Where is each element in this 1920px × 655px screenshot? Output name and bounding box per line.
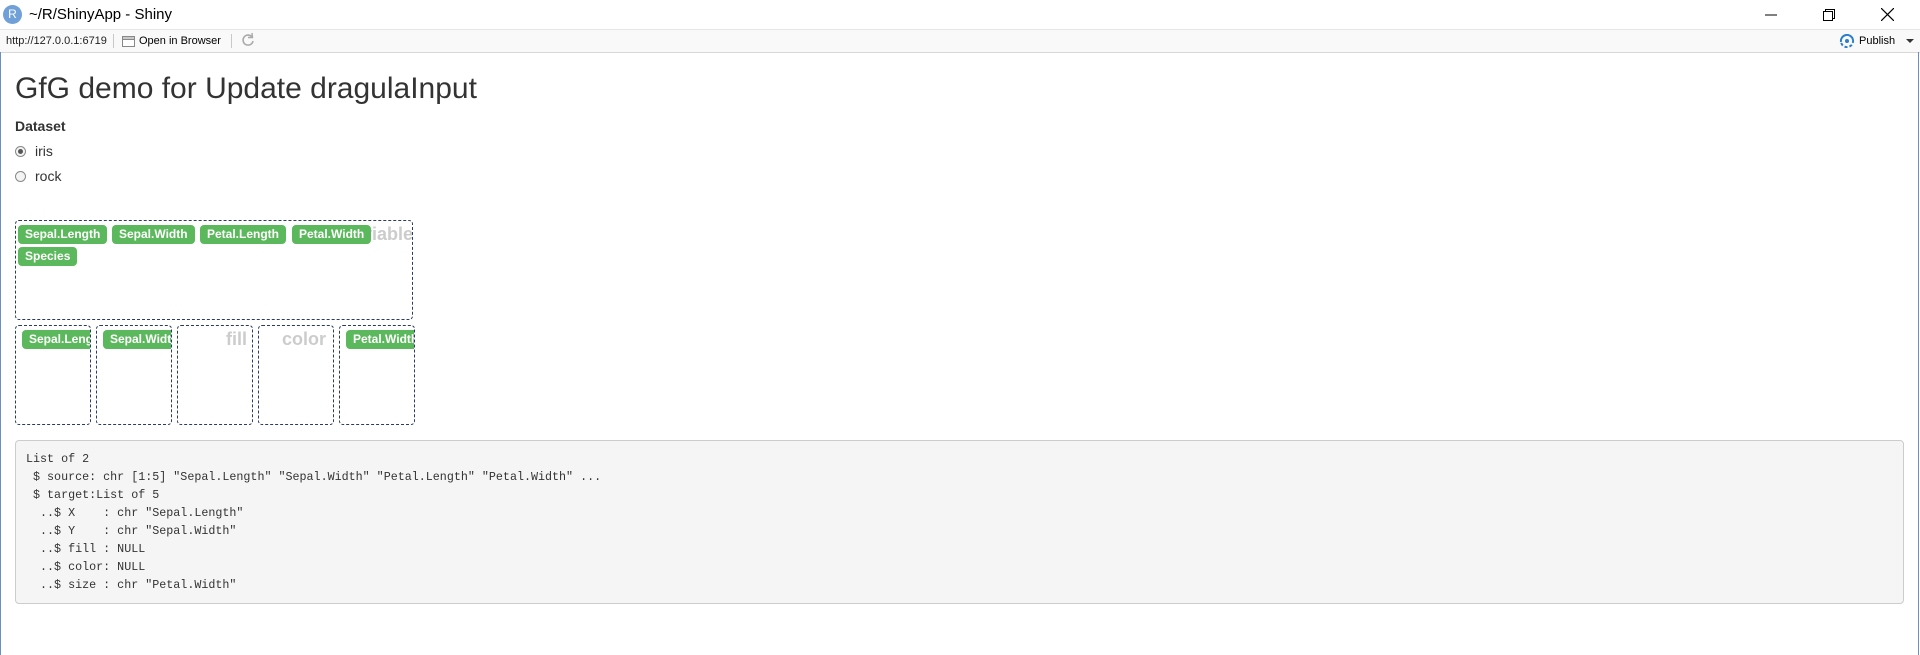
target-box-label: color xyxy=(282,329,327,349)
publish-label: Publish xyxy=(1859,35,1896,47)
draggable-variable-chip[interactable]: Petal.Length xyxy=(200,225,287,244)
refresh-button[interactable] xyxy=(240,32,256,48)
dragula-target-fill[interactable]: fill xyxy=(177,325,253,425)
toolbar-separator xyxy=(231,34,232,48)
radio-label: iris xyxy=(35,143,53,159)
output-line: $ source: chr [1:5] "Sepal.Length" "Sepa… xyxy=(26,470,602,484)
dragula-target-size[interactable]: size Petal.Width xyxy=(339,325,415,425)
target-box-label: fill xyxy=(226,329,247,349)
url-label: http://127.0.0.1:6719 xyxy=(6,35,107,47)
page-title: GfG demo for Update dragulaInput xyxy=(15,72,477,105)
draggable-variable-chip[interactable]: Species xyxy=(18,247,78,266)
rstudio-icon: R xyxy=(3,5,22,24)
output-line: ..$ X : chr "Sepal.Length" xyxy=(26,506,244,520)
publish-icon xyxy=(1839,34,1855,48)
draggable-variable-chip[interactable]: Petal.Width xyxy=(346,330,414,349)
output-line: ..$ color: NULL xyxy=(26,560,146,574)
dragula-target-y[interactable]: Y Sepal.Width xyxy=(96,325,172,425)
restore-icon xyxy=(1823,8,1835,21)
refresh-icon xyxy=(242,32,254,46)
dragula-target-color[interactable]: color xyxy=(258,325,334,425)
publish-button[interactable]: Publish xyxy=(1839,33,1915,49)
minimize-button[interactable] xyxy=(1742,0,1800,29)
close-button[interactable] xyxy=(1858,0,1916,29)
radio-option-rock[interactable]: rock xyxy=(15,168,61,184)
str-output-panel: List of 2 $ source: chr [1:5] "Sepal.Len… xyxy=(15,440,1904,604)
draggable-variable-chip[interactable]: Sepal.Length xyxy=(18,225,108,244)
dragula-target-x[interactable]: X Sepal.Length xyxy=(15,325,91,425)
open-in-browser-label: Open in Browser xyxy=(139,35,221,47)
toolbar-separator xyxy=(113,34,114,48)
draggable-variable-chip[interactable]: Sepal.Length xyxy=(22,330,90,349)
draggable-variable-chip[interactable]: Petal.Width xyxy=(292,225,372,244)
output-line: ..$ fill : NULL xyxy=(26,542,146,556)
viewer-toolbar: http://127.0.0.1:6719 Open in Browser Pu… xyxy=(0,29,1920,53)
minimize-icon xyxy=(1765,14,1777,15)
output-line: List of 2 xyxy=(26,452,90,466)
close-icon xyxy=(1880,8,1894,21)
chevron-down-icon[interactable] xyxy=(1905,37,1915,45)
output-line: ..$ size : chr "Petal.Width" xyxy=(26,578,237,592)
draggable-variable-chip[interactable]: Sepal.Width xyxy=(112,225,195,244)
dragula-source-box[interactable]: Variables Sepal.Length Sepal.Width Petal… xyxy=(15,220,413,320)
radio-unselected-icon[interactable] xyxy=(15,170,26,182)
window-titlebar: R ~/R/ShinyApp - Shiny xyxy=(0,0,1920,29)
radio-selected-icon[interactable] xyxy=(15,145,26,157)
open-in-browser-button[interactable]: Open in Browser xyxy=(122,33,221,49)
draggable-variable-chip[interactable]: Sepal.Width xyxy=(103,330,171,349)
restore-button[interactable] xyxy=(1800,0,1858,29)
window-title: ~/R/ShinyApp - Shiny xyxy=(29,6,172,23)
output-line: ..$ Y : chr "Sepal.Width" xyxy=(26,524,237,538)
radio-label: rock xyxy=(35,168,62,184)
browser-window-icon xyxy=(122,35,135,47)
output-line: $ target:List of 5 xyxy=(26,488,160,502)
radio-option-iris[interactable]: iris xyxy=(15,143,53,159)
dataset-label: Dataset xyxy=(15,118,66,134)
